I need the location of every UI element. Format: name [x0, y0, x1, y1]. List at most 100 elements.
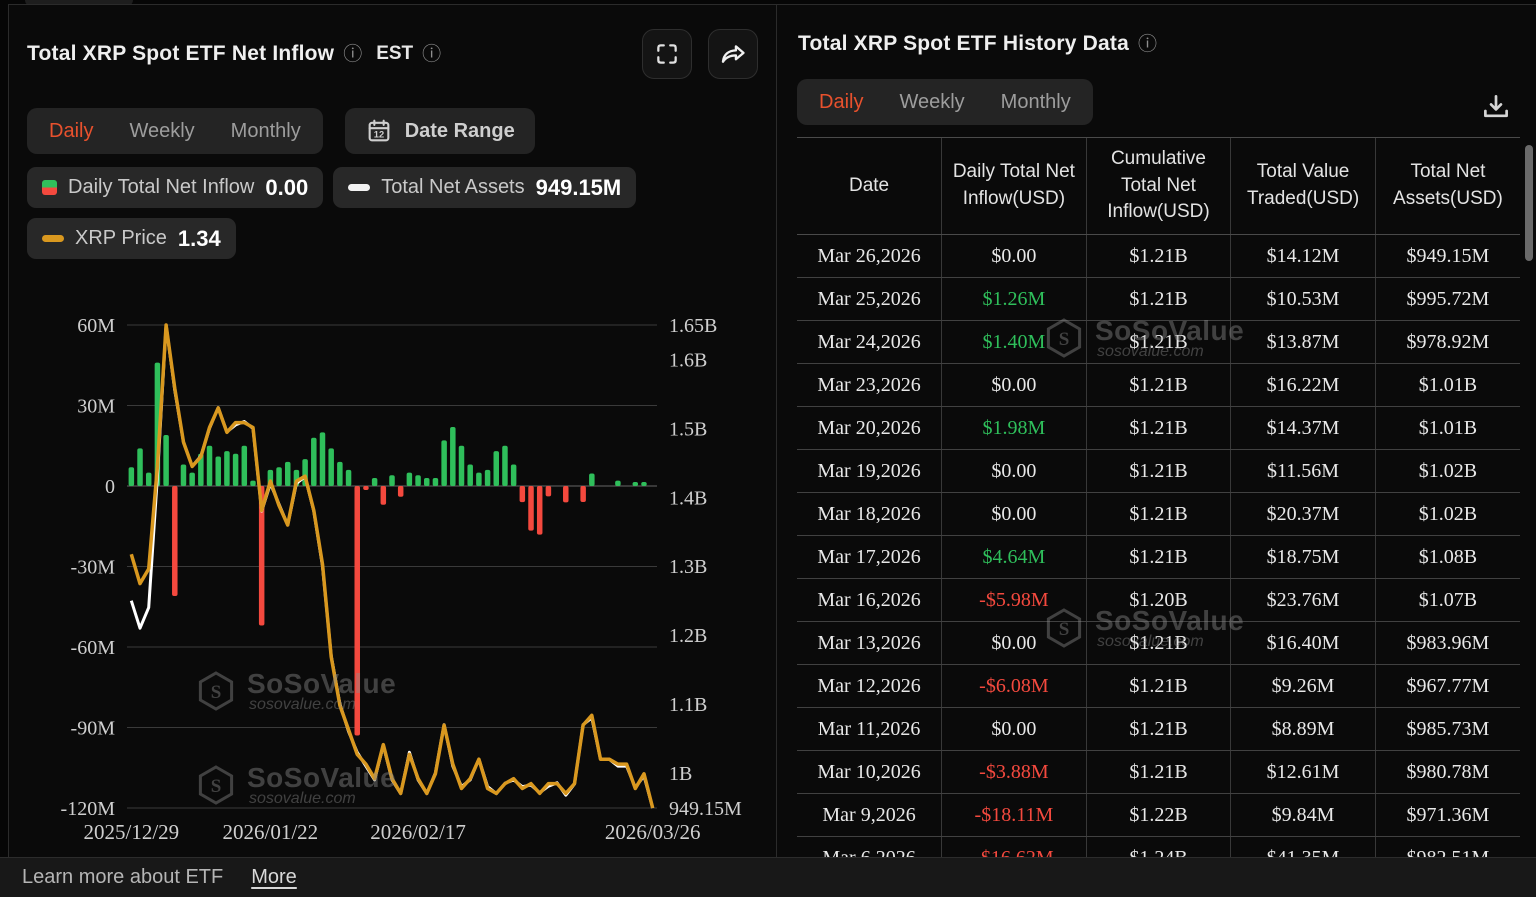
timezone-info-icon[interactable]: ⓘ	[422, 45, 441, 64]
table-row: Mar 24,2026 $1.40M $1.21B $13.87M $978.92M	[797, 320, 1520, 364]
table-row: Mar 16,2026 -$5.98M $1.20B $23.76M $1.07B	[797, 578, 1520, 622]
cumulative-inflow-cell: $1.24B	[1085, 836, 1231, 857]
value-traded-cell: $13.87M	[1230, 320, 1376, 364]
net-assets-cell: $967.77M	[1374, 664, 1520, 708]
table-row: Mar 17,2026 $4.64M $1.21B $18.75M $1.08B	[797, 535, 1520, 579]
history-table-body: Mar 26,2026 $0.00 $1.21B $14.12M $949.15M Mar…	[797, 234, 1520, 857]
daily-inflow-cell: -$6.08M	[941, 664, 1087, 708]
cumulative-inflow-cell: $1.21B	[1085, 320, 1231, 364]
net-assets-cell: $983.96M	[1374, 621, 1520, 665]
net-assets-cell: $1.08B	[1374, 535, 1520, 579]
table-row: Mar 20,2026 $1.98M $1.21B $14.37M $1.01B	[797, 406, 1520, 450]
value-traded-cell: $14.37M	[1230, 406, 1376, 450]
net-assets-cell: $995.72M	[1374, 277, 1520, 321]
history-tab-monthly[interactable]: Monthly	[1001, 91, 1071, 114]
fullscreen-icon	[657, 44, 677, 64]
svg-text:1B: 1B	[669, 763, 692, 785]
svg-text:-90M: -90M	[71, 718, 116, 740]
net-assets-label: Total Net Assets	[381, 176, 525, 198]
column-header: Date	[797, 137, 942, 235]
cumulative-inflow-cell: $1.21B	[1085, 750, 1231, 794]
net-assets-cell: $1.02B	[1374, 449, 1520, 493]
svg-text:1.65B: 1.65B	[669, 315, 717, 337]
date-cell: Mar 16,2026	[797, 578, 942, 622]
svg-text:2026/01/22: 2026/01/22	[223, 820, 319, 844]
daily-inflow-cell: $0.00	[941, 449, 1087, 493]
title-info-icon[interactable]: ⓘ	[343, 45, 362, 64]
value-traded-cell: $8.89M	[1230, 707, 1376, 751]
net-assets-cell: $971.36M	[1374, 793, 1520, 837]
table-row: Mar 25,2026 $1.26M $1.21B $10.53M $995.72M	[797, 277, 1520, 321]
net-assets-line-icon	[348, 184, 371, 191]
table-row: Mar 6,2026-$16.62M$1.24B$41.35M$982.51M	[797, 836, 1520, 857]
history-table[interactable]: Date Daily Total Net Inflow(USD) Cumulativ…	[797, 137, 1520, 857]
daily-inflow-cell: $0.00	[941, 621, 1087, 665]
footer-more-link[interactable]: More	[251, 866, 297, 889]
date-range-button[interactable]: 12 Date Range	[344, 108, 535, 154]
legend-xrp-price[interactable]: XRP Price 1.34	[27, 218, 236, 259]
tab-monthly[interactable]: Monthly	[231, 120, 301, 143]
share-icon	[721, 45, 745, 63]
daily-inflow-cell: $0.00	[941, 363, 1087, 407]
table-row: Mar 11,2026 $0.00 $1.21B $8.89M $985.73M	[797, 707, 1520, 751]
net-inflow-title: Total XRP Spot ETF Net Inflow	[27, 42, 335, 65]
net-assets-cell: $1.01B	[1374, 363, 1520, 407]
history-title: Total XRP Spot ETF History Data	[798, 32, 1129, 55]
svg-text:1.6B: 1.6B	[669, 349, 707, 371]
value-traded-cell: $10.53M	[1230, 277, 1376, 321]
net-assets-cell: $980.78M	[1374, 750, 1520, 794]
daily-inflow-cell: -$16.62M	[941, 836, 1087, 857]
legend-net-inflow[interactable]: Daily Total Net Inflow 0.00	[27, 167, 324, 208]
cumulative-inflow-cell: $1.21B	[1085, 621, 1231, 665]
cumulative-inflow-cell: $1.21B	[1085, 234, 1231, 278]
svg-text:12: 12	[374, 130, 384, 140]
svg-text:30M: 30M	[77, 396, 115, 418]
net-inflow-panel: Total XRP Spot ETF Net Inflow ⓘ EST ⓘ Da…	[9, 5, 777, 857]
net-assets-cell: $985.73M	[1374, 707, 1520, 751]
net-inflow-chart[interactable]: 60M 30M 0 -30M -60M -90M -120M 1.65B 1.6B 1.5B 1.4…	[9, 300, 776, 852]
net-assets-cell: $1.02B	[1374, 492, 1520, 536]
history-tab-daily[interactable]: Daily	[819, 91, 863, 114]
net-inflow-value: 0.00	[265, 174, 309, 200]
table-scrollbar-thumb[interactable]	[1525, 145, 1533, 261]
date-cell: Mar 18,2026	[797, 492, 942, 536]
svg-text:1.5B: 1.5B	[669, 418, 707, 440]
cumulative-inflow-cell: $1.21B	[1085, 449, 1231, 493]
value-traded-cell: $11.56M	[1230, 449, 1376, 493]
net-assets-value: 949.15M	[535, 174, 622, 200]
daily-inflow-cell: $0.00	[941, 234, 1087, 278]
table-row: Mar 12,2026 -$6.08M $1.21B $9.26M $967.77M	[797, 664, 1520, 708]
tab-weekly[interactable]: Weekly	[129, 120, 194, 143]
net-assets-cell: $1.07B	[1374, 578, 1520, 622]
download-icon	[1484, 95, 1508, 118]
daily-inflow-cell: $0.00	[941, 707, 1087, 751]
fullscreen-button[interactable]	[642, 29, 692, 79]
history-controls: Daily Weekly Monthly	[797, 79, 1516, 125]
history-info-icon[interactable]: ⓘ	[1138, 35, 1157, 54]
legend-net-assets[interactable]: Total Net Assets 949.15M	[333, 167, 637, 208]
table-row: Mar 13,2026 $0.00 $1.21B $16.40M $983.96M	[797, 621, 1520, 665]
xrp-price-line-icon	[42, 235, 64, 242]
download-button[interactable]	[1476, 87, 1516, 127]
net-inflow-header: Total XRP Spot ETF Net Inflow ⓘ EST ⓘ	[27, 29, 758, 79]
share-button[interactable]	[708, 29, 758, 79]
daily-inflow-cell: -$18.11M	[941, 793, 1087, 837]
net-assets-cell: $978.92M	[1374, 320, 1520, 364]
date-cell: Mar 13,2026	[797, 621, 942, 665]
value-traded-cell: $16.40M	[1230, 621, 1376, 665]
svg-text:1.4B: 1.4B	[669, 487, 707, 509]
date-cell: Mar 10,2026	[797, 750, 942, 794]
date-cell: Mar 26,2026	[797, 234, 942, 278]
daily-inflow-cell: $4.64M	[941, 535, 1087, 579]
daily-inflow-cell: $1.98M	[941, 406, 1087, 450]
footer: Learn more about ETF More	[0, 857, 1536, 897]
tab-daily[interactable]: Daily	[49, 120, 93, 143]
net-inflow-bar-icon	[42, 180, 57, 195]
daily-inflow-cell: $0.00	[941, 492, 1087, 536]
value-traded-cell: $12.61M	[1230, 750, 1376, 794]
date-range-label: Date Range	[404, 119, 515, 142]
cumulative-inflow-cell: $1.20B	[1085, 578, 1231, 622]
net-assets-cell: $1.01B	[1374, 406, 1520, 450]
svg-text:-30M: -30M	[71, 557, 116, 579]
history-tab-weekly[interactable]: Weekly	[899, 91, 964, 114]
